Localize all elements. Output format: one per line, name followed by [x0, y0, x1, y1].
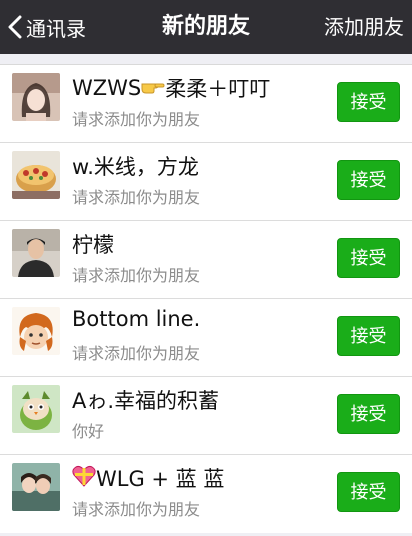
avatar	[12, 307, 60, 355]
new-friends-screen: 通讯录 新的朋友 添加朋友 WZWS 柔柔＋叮叮 请求添加你为朋友 接受 w.米…	[0, 0, 412, 536]
contact-name: WZWS 柔柔＋叮叮	[72, 73, 270, 103]
back-button[interactable]: 通讯录	[8, 0, 86, 54]
accept-button[interactable]: 接受	[337, 472, 400, 512]
contact-name-text: WZWS	[72, 76, 142, 100]
contact-name: Bottom line.	[72, 307, 201, 331]
back-label: 通讯录	[26, 16, 86, 41]
avatar	[12, 151, 60, 199]
contact-name: 柠檬	[72, 233, 114, 257]
avatar	[12, 229, 60, 277]
accept-button[interactable]: 接受	[337, 82, 400, 122]
accept-button[interactable]: 接受	[337, 160, 400, 200]
accept-button[interactable]: 接受	[337, 238, 400, 278]
avatar	[12, 463, 60, 511]
friend-request-row[interactable]: WZWS 柔柔＋叮叮 请求添加你为朋友 接受	[0, 65, 412, 143]
contact-name-suffix: 柔柔＋叮叮	[165, 77, 271, 101]
accept-button[interactable]: 接受	[337, 316, 400, 356]
request-message: 请求添加你为朋友	[72, 344, 201, 363]
friend-request-row[interactable]: 柠檬 请求添加你为朋友 接受	[0, 221, 412, 299]
friend-request-row[interactable]: WLG + 蓝 蓝 请求添加你为朋友 接受	[0, 455, 412, 533]
avatar	[12, 73, 60, 121]
pointing-hand-icon	[141, 76, 165, 100]
request-message: 请求添加你为朋友	[72, 110, 201, 129]
friend-request-list: WZWS 柔柔＋叮叮 请求添加你为朋友 接受 w.米线，方龙 请求添加你为朋友 …	[0, 64, 412, 533]
heart-gift-icon	[72, 465, 96, 492]
request-message: 请求添加你为朋友	[72, 500, 201, 519]
chevron-left-icon	[8, 15, 22, 39]
contact-name: w.米线，方龙	[72, 155, 199, 179]
contact-name: WLG + 蓝 蓝	[72, 463, 224, 493]
navbar: 通讯录 新的朋友 添加朋友	[0, 0, 412, 54]
contact-name: Aゎ.幸福的积蓄	[72, 389, 220, 413]
add-friend-button[interactable]: 添加朋友	[324, 0, 404, 54]
friend-request-row[interactable]: Aゎ.幸福的积蓄 你好 接受	[0, 377, 412, 455]
avatar	[12, 385, 60, 433]
request-message: 请求添加你为朋友	[72, 266, 201, 285]
request-message: 请求添加你为朋友	[72, 188, 201, 207]
friend-request-row[interactable]: w.米线，方龙 请求添加你为朋友 接受	[0, 143, 412, 221]
friend-request-row[interactable]: Bottom line. 请求添加你为朋友 接受	[0, 299, 412, 377]
request-message: 你好	[72, 422, 105, 441]
accept-button[interactable]: 接受	[337, 394, 400, 434]
contact-name-text: WLG + 蓝 蓝	[96, 467, 225, 491]
